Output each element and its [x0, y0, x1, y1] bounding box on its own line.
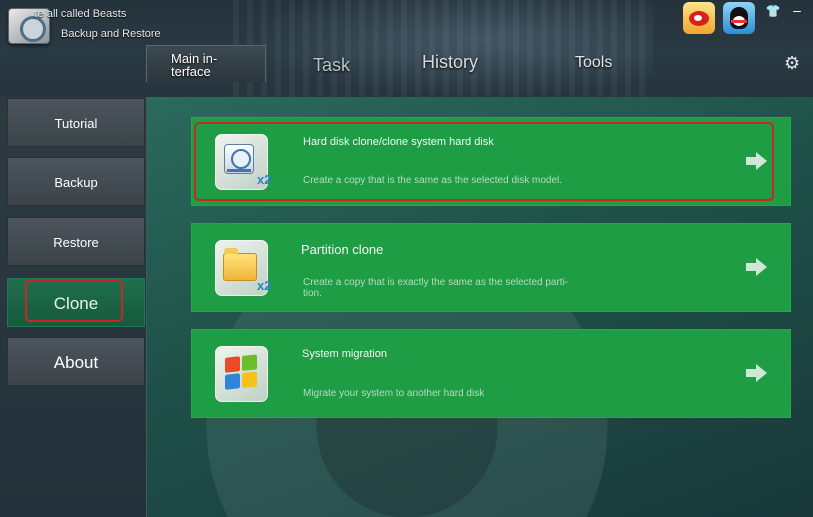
tab-main-interface[interactable]: Main in- terface	[146, 45, 266, 82]
title-bar: re all called Beasts Backup and Restore …	[0, 0, 813, 97]
app-title: re all called Beasts	[34, 8, 127, 20]
arrow-right-icon[interactable]	[746, 258, 768, 276]
tab-tools[interactable]: Tools	[575, 54, 612, 90]
arrow-right-icon[interactable]	[746, 364, 768, 382]
sidebar-item-tutorial[interactable]: Tutorial	[7, 98, 145, 147]
x2-badge: x2	[257, 278, 272, 293]
card-highlight-outline	[194, 122, 774, 201]
tab-main-interface-label: Main in- terface	[171, 51, 218, 79]
card-description: Create a copy that is exactly the same a…	[303, 277, 569, 299]
app-subtitle: Backup and Restore	[61, 28, 161, 40]
card-title: System migration	[302, 348, 387, 360]
qq-icon[interactable]	[723, 2, 755, 34]
sidebar-item-restore[interactable]: Restore	[7, 217, 145, 266]
card-system-migration[interactable]: System migration Migrate your system to …	[191, 329, 791, 418]
weibo-icon[interactable]	[683, 2, 715, 34]
minimize-icon[interactable]: –	[790, 3, 804, 18]
clone-highlight-outline	[25, 279, 123, 322]
card-title: Partition clone	[301, 242, 384, 257]
folder-icon: x2	[215, 240, 272, 296]
card-partition-clone[interactable]: x2 Partition clone Create a copy that is…	[191, 223, 791, 312]
tab-task[interactable]: Task	[313, 55, 350, 91]
tab-history[interactable]: History	[422, 52, 478, 88]
shirt-icon[interactable]: 👕	[765, 4, 781, 18]
sidebar-item-backup[interactable]: Backup	[7, 157, 145, 206]
card-description: Migrate your system to another hard disk	[303, 388, 485, 399]
sidebar-item-about[interactable]: About	[7, 337, 145, 386]
windows-logo-icon	[215, 346, 268, 402]
gear-icon[interactable]: ⚙	[784, 54, 802, 72]
